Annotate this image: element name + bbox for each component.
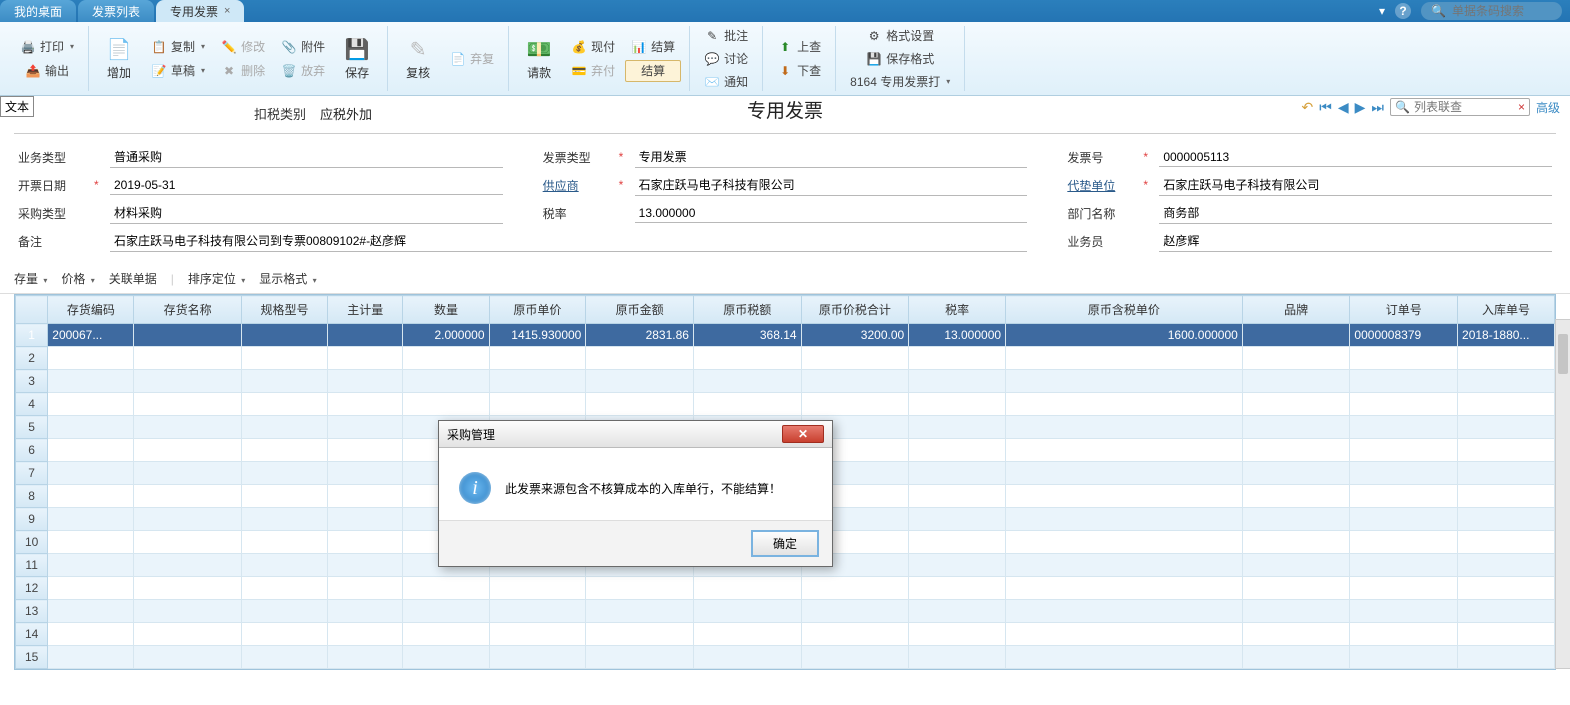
dialog-ok-button[interactable]: 确定 (752, 531, 818, 556)
info-icon: i (459, 472, 491, 504)
dialog-title-bar: 采购管理 ✕ (439, 421, 832, 448)
modal-overlay: 采购管理 ✕ i 此发票来源包含不核算成本的入库单行，不能结算！ 确定 (0, 0, 1570, 705)
dialog-close-button[interactable]: ✕ (782, 425, 824, 443)
dialog-title: 采购管理 (447, 426, 495, 443)
message-dialog: 采购管理 ✕ i 此发票来源包含不核算成本的入库单行，不能结算！ 确定 (438, 420, 833, 567)
dialog-message: 此发票来源包含不核算成本的入库单行，不能结算！ (505, 480, 781, 497)
